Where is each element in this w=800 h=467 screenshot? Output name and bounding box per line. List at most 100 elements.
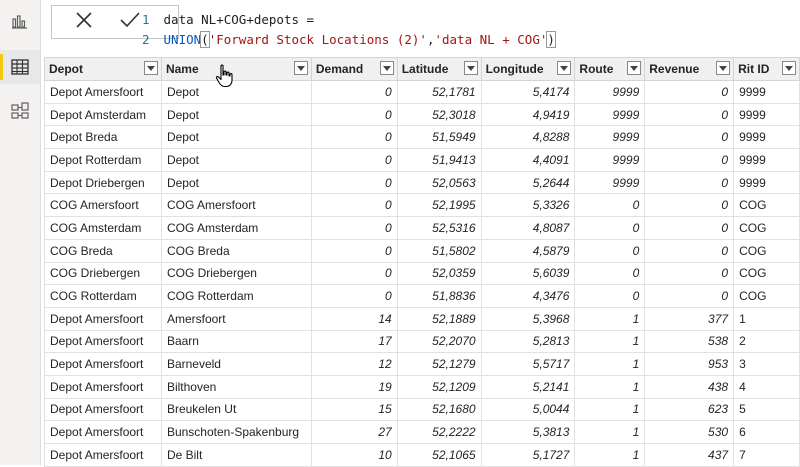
table-cell[interactable]: 52,2222 [396,420,482,444]
table-cell[interactable]: 4,4091 [480,148,576,172]
filter-dropdown-icon[interactable] [143,61,158,75]
table-cell[interactable]: 0 [310,125,398,150]
table-cell[interactable]: 52,1995 [396,193,482,218]
table-cell[interactable]: 0 [310,193,398,218]
table-cell[interactable]: 1 [574,374,646,399]
table-cell[interactable]: 4 [733,374,800,399]
column-header-rit-id[interactable]: Rit ID [733,57,800,81]
table-cell[interactable]: 5,2644 [480,170,576,195]
table-cell[interactable]: 953 [644,352,735,376]
column-header-latitude[interactable]: Latitude [396,57,482,81]
table-cell[interactable]: 4,8288 [480,125,576,150]
table-cell[interactable]: COG [733,216,800,240]
table-cell[interactable]: 5,3813 [480,420,576,444]
table-cell[interactable]: 9999 [574,80,646,104]
table-cell[interactable]: 0 [310,148,398,172]
table-cell[interactable]: 0 [310,238,398,263]
table-cell[interactable]: 52,0359 [396,261,482,286]
table-cell[interactable]: 5 [733,397,800,422]
filter-dropdown-icon[interactable] [782,61,796,75]
table-cell[interactable]: 0 [574,261,646,286]
table-cell[interactable]: 5,2141 [480,374,576,399]
table-cell[interactable]: 52,1889 [396,306,482,331]
table-cell[interactable]: 1 [574,397,646,422]
table-cell[interactable]: 0 [644,284,735,308]
table-cell[interactable]: Depot [160,170,312,195]
table-cell[interactable]: 4,9419 [480,102,576,127]
table-cell[interactable]: Depot Breda [44,125,162,150]
table-cell[interactable]: 5,4174 [480,80,576,104]
table-cell[interactable]: 2 [733,329,800,354]
table-cell[interactable]: COG Amsterdam [44,216,162,240]
table-cell[interactable]: 0 [574,193,646,218]
filter-dropdown-icon[interactable] [463,61,478,75]
table-cell[interactable]: Depot [160,80,312,104]
table-cell[interactable]: COG Amersfoort [160,193,312,218]
table-cell[interactable]: 15 [310,397,398,422]
table-cell[interactable]: 4,8087 [480,216,576,240]
table-cell[interactable]: COG Breda [160,238,312,263]
table-cell[interactable]: 5,0044 [480,397,576,422]
table-cell[interactable]: Depot [160,125,312,150]
table-cell[interactable]: 10 [310,443,398,467]
table-cell[interactable]: Depot [160,148,312,172]
table-cell[interactable]: 1 [574,443,646,467]
table-cell[interactable]: 27 [310,420,398,444]
table-cell[interactable]: 0 [574,284,646,308]
filter-dropdown-icon[interactable] [379,61,394,75]
table-cell[interactable]: COG Amersfoort [44,193,162,218]
table-cell[interactable]: 0 [310,102,398,127]
table-cell[interactable]: 19 [310,374,398,399]
table-cell[interactable]: 52,5316 [396,216,482,240]
table-cell[interactable]: 12 [310,352,398,376]
table-cell[interactable]: Depot Amersfoort [44,352,162,376]
table-cell[interactable]: COG Driebergen [160,261,312,286]
table-cell[interactable]: De Bilt [160,443,312,467]
table-cell[interactable]: 52,2070 [396,329,482,354]
table-cell[interactable]: 52,3018 [396,102,482,127]
table-cell[interactable]: 9999 [574,125,646,150]
table-cell[interactable]: 51,8836 [396,284,482,308]
table-cell[interactable]: Baarn [160,329,312,354]
column-header-depot[interactable]: Depot [44,57,162,81]
filter-dropdown-icon[interactable] [293,61,308,75]
table-cell[interactable]: 9999 [574,102,646,127]
table-cell[interactable]: 0 [644,170,735,195]
formula-editor[interactable]: 1 data NL+COG+depots = 2 UNION('Forward … [142,10,792,50]
table-cell[interactable]: COG Rotterdam [44,284,162,308]
table-cell[interactable]: COG Rotterdam [160,284,312,308]
table-cell[interactable]: 0 [574,238,646,263]
table-cell[interactable]: 52,0563 [396,170,482,195]
table-cell[interactable]: 5,3968 [480,306,576,331]
cancel-formula-button[interactable] [62,6,106,38]
model-view-button[interactable] [0,94,40,128]
table-cell[interactable]: 0 [644,216,735,240]
data-view-button[interactable] [0,50,40,84]
table-cell[interactable]: 0 [644,193,735,218]
table-cell[interactable]: 1 [733,306,800,331]
table-cell[interactable]: Depot Amersfoort [44,80,162,104]
table-cell[interactable]: 0 [310,170,398,195]
table-cell[interactable]: 6 [733,420,800,444]
table-cell[interactable]: 0 [644,125,735,150]
table-cell[interactable]: 538 [644,329,735,354]
table-cell[interactable]: 438 [644,374,735,399]
column-header-revenue[interactable]: Revenue [644,57,735,81]
table-cell[interactable]: COG Driebergen [44,261,162,286]
table-cell[interactable]: COG Amsterdam [160,216,312,240]
table-cell[interactable]: 1 [574,352,646,376]
table-cell[interactable]: 4,5879 [480,238,576,263]
table-cell[interactable]: 0 [310,216,398,240]
table-cell[interactable]: Depot Driebergen [44,170,162,195]
table-cell[interactable]: 0 [644,102,735,127]
table-cell[interactable]: 377 [644,306,735,331]
table-cell[interactable]: Depot Amersfoort [44,397,162,422]
table-cell[interactable]: 7 [733,443,800,467]
table-cell[interactable]: Depot Amersfoort [44,306,162,331]
table-cell[interactable]: 1 [574,329,646,354]
table-cell[interactable]: 4,3476 [480,284,576,308]
table-cell[interactable]: 1 [574,306,646,331]
table-cell[interactable]: Depot [160,102,312,127]
table-cell[interactable]: Depot Amersfoort [44,420,162,444]
table-cell[interactable]: 623 [644,397,735,422]
